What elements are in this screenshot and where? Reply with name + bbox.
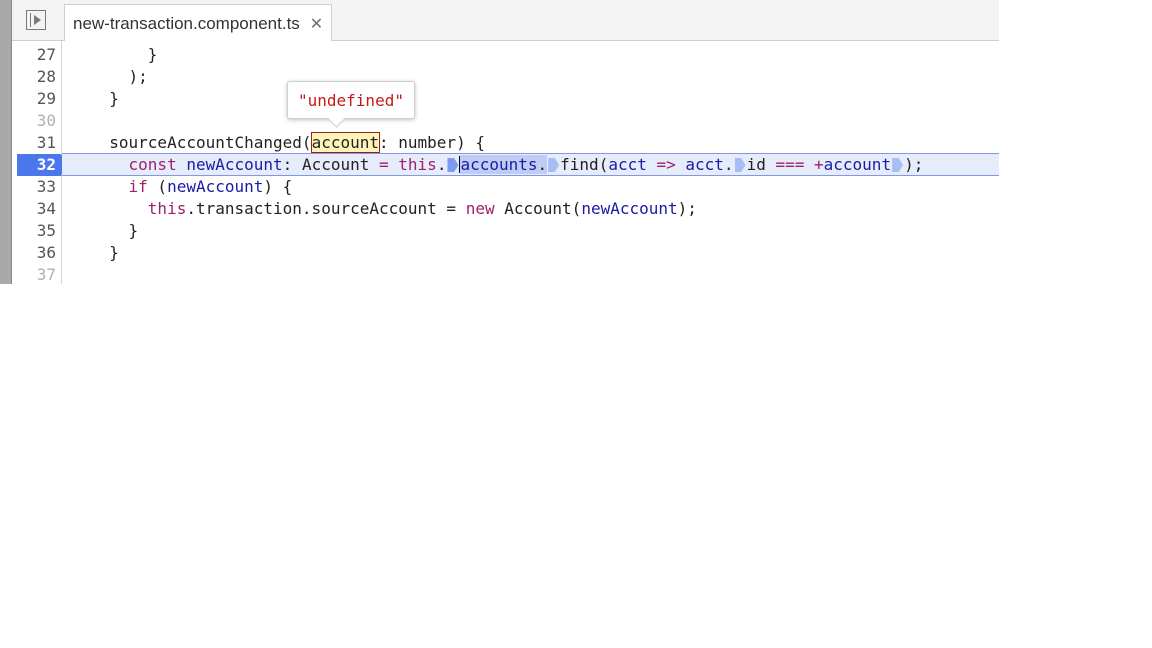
code-token: account bbox=[823, 155, 892, 174]
code-token: .transaction.sourceAccount = bbox=[186, 199, 466, 218]
line-number[interactable]: 37 bbox=[12, 264, 56, 286]
code-line-35[interactable]: } bbox=[90, 220, 139, 242]
code-editor[interactable]: 27 28 29 30 31 32 33 34 35 36 37 } ); } … bbox=[12, 41, 999, 284]
code-line-36[interactable]: } bbox=[90, 242, 119, 264]
code-token: ( bbox=[571, 199, 582, 218]
code-line-34[interactable]: this.transaction.sourceAccount = new Acc… bbox=[90, 198, 697, 220]
code-token: this bbox=[147, 199, 187, 218]
line-number[interactable]: 33 bbox=[12, 176, 56, 198]
code-token: = bbox=[369, 155, 399, 174]
code-token: === bbox=[765, 155, 814, 174]
code-token: Account bbox=[504, 199, 572, 218]
hovered-variable-account[interactable]: account bbox=[310, 132, 381, 153]
variable-value-tooltip: "undefined" bbox=[287, 81, 415, 119]
code-token: new bbox=[465, 199, 495, 218]
code-line-33[interactable]: if (newAccount) { bbox=[90, 176, 293, 198]
code-line-29[interactable]: } bbox=[90, 88, 119, 110]
line-number-gutter[interactable]: 27 28 29 30 31 32 33 34 35 36 37 bbox=[12, 41, 67, 286]
code-token: ); bbox=[677, 199, 697, 218]
inline-breakpoint-icon[interactable] bbox=[892, 158, 904, 172]
line-number[interactable]: 36 bbox=[12, 242, 56, 264]
code-token: ( bbox=[147, 177, 168, 196]
line-number[interactable]: 27 bbox=[12, 44, 56, 66]
line-number[interactable]: 30 bbox=[12, 110, 56, 132]
line-number[interactable]: 29 bbox=[12, 88, 56, 110]
code-token: newAccount bbox=[167, 177, 264, 196]
code-token: find bbox=[560, 155, 599, 174]
code-token: number bbox=[398, 133, 457, 152]
code-token: Account bbox=[301, 155, 370, 174]
line-number[interactable]: 35 bbox=[12, 220, 56, 242]
code-token: . bbox=[537, 155, 548, 174]
code-token: ) { bbox=[263, 177, 293, 196]
inline-breakpoint-icon[interactable] bbox=[447, 158, 459, 172]
code-token: acct bbox=[608, 155, 647, 174]
code-token: if bbox=[128, 177, 148, 196]
code-token: ) { bbox=[456, 133, 485, 152]
code-token: : bbox=[379, 133, 399, 152]
line-number[interactable]: 28 bbox=[12, 66, 56, 88]
tooltip-value: "undefined" bbox=[298, 90, 404, 110]
code-line-32[interactable]: const newAccount: Account = this. account… bbox=[90, 154, 923, 176]
file-tab[interactable]: new-transaction.component.ts ✕ bbox=[64, 4, 333, 42]
code-token: accounts bbox=[460, 155, 538, 174]
file-tab-label: new-transaction.component.ts bbox=[73, 13, 300, 33]
inline-breakpoint-icon[interactable] bbox=[734, 158, 746, 172]
code-token: const bbox=[128, 155, 177, 174]
code-token: newAccount bbox=[581, 199, 678, 218]
code-token: + bbox=[814, 155, 824, 174]
code-token: id bbox=[746, 155, 766, 174]
code-token: sourceAccountChanged( bbox=[90, 133, 312, 152]
code-line-28[interactable]: ); bbox=[90, 66, 148, 88]
inline-breakpoint-icon[interactable] bbox=[548, 158, 560, 172]
selected-text[interactable]: accounts. bbox=[460, 155, 548, 174]
navigator-toggle-icon[interactable] bbox=[26, 10, 46, 30]
left-panel-edge bbox=[0, 0, 12, 284]
code-token: ( bbox=[598, 155, 609, 174]
close-icon[interactable]: ✕ bbox=[310, 14, 323, 33]
code-line-27[interactable]: } bbox=[90, 44, 158, 66]
code-token: this bbox=[398, 155, 437, 174]
code-token: . bbox=[436, 155, 447, 174]
code-token: ); bbox=[904, 155, 924, 174]
current-line-number[interactable]: 32 bbox=[12, 154, 56, 176]
code-token: acct bbox=[685, 155, 724, 174]
code-token: . bbox=[723, 155, 734, 174]
code-line-31[interactable]: sourceAccountChanged(account: number) { bbox=[90, 132, 485, 154]
editor-tab-bar: new-transaction.component.ts ✕ bbox=[12, 0, 999, 42]
line-number[interactable]: 31 bbox=[12, 132, 56, 154]
code-token: => bbox=[646, 155, 686, 174]
line-number[interactable]: 34 bbox=[12, 198, 56, 220]
code-token: newAccount bbox=[186, 155, 283, 174]
code-token: : bbox=[282, 155, 302, 174]
